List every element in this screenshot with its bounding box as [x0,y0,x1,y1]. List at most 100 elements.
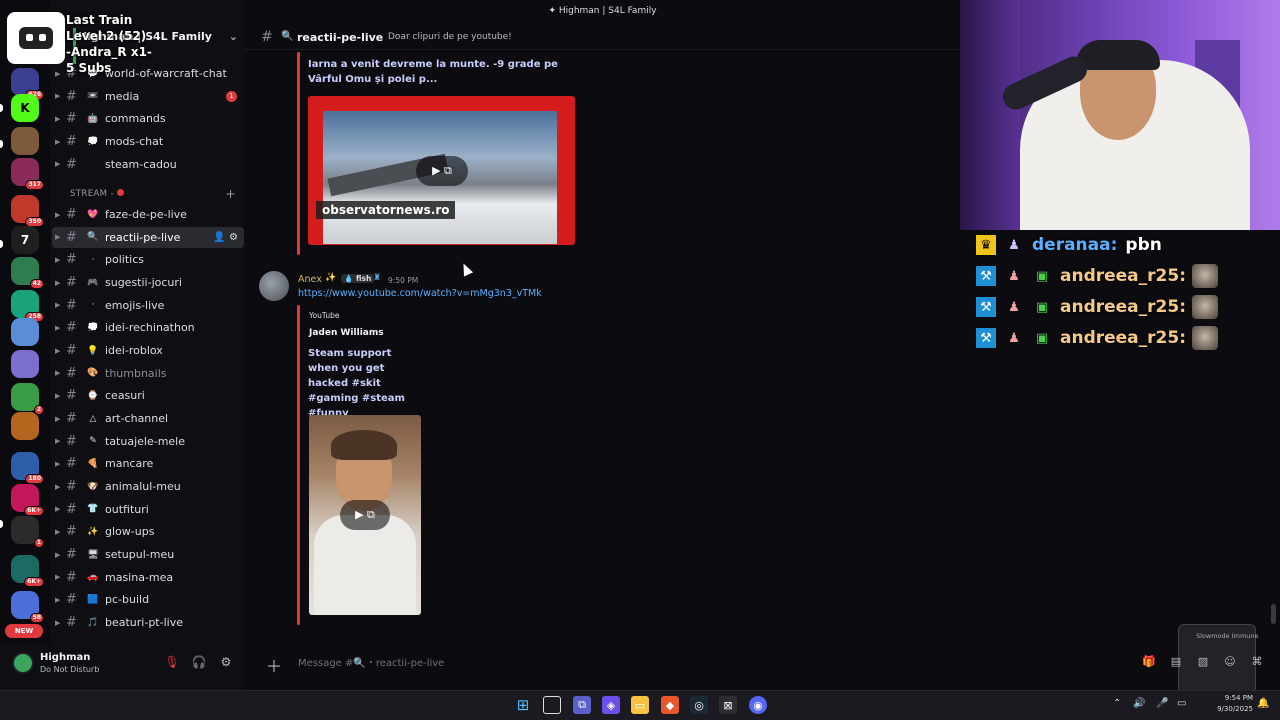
server-icon[interactable]: 1 [11,516,44,548]
embed-provider[interactable]: YouTube [309,311,340,320]
channel-pc-build[interactable]: ▶ # 🟦 pc-build [52,589,244,610]
channel-emojis-live[interactable]: ▶ # · emojis-live [52,295,244,316]
video-thumbnail[interactable]: ▶ ⧉ [309,415,421,615]
server-icon[interactable]: 350 [11,195,44,227]
video-thumbnail[interactable]: ▶ ⧉ observatornews.ro [308,96,575,245]
avatar[interactable] [12,652,34,674]
server-icon[interactable]: 180 [11,452,44,484]
gear-icon[interactable]: ⚙ [218,655,234,671]
server-icon[interactable] [11,350,39,378]
play-icon[interactable]: ▶ ⧉ [340,500,390,530]
channel-media[interactable]: ▶ # 📼 media 1 [52,86,244,107]
category-stream[interactable]: STREAM - + [70,187,240,201]
server-icon[interactable]: 317 [11,158,44,190]
thumbnail-caption: observatornews.ro [316,201,456,219]
channel-emoji-icon: 🟦 [87,594,99,605]
message-author[interactable]: Anex [298,274,322,285]
server-icon[interactable]: 58 [11,591,44,623]
embed-author[interactable]: Jaden Williams [309,328,384,338]
embed-title[interactable]: Iarna a venit devreme la munte. -9 grade… [308,57,578,87]
scrollbar[interactable] [1271,604,1276,624]
hash-icon: # [66,547,77,563]
brave-browser-icon[interactable]: ◆ [661,696,679,714]
clock-time: 9:54 PM [1224,694,1253,702]
play-icon[interactable]: ▶ ⧉ [416,156,468,186]
stream-chat-line: ⚒ ♟ ▣ andreea_r25: [976,326,1219,350]
hammer-icon: ⚒ [976,328,996,348]
server-icon[interactable]: 626 [11,68,44,100]
channel-label: emojis-live [105,298,165,312]
message-input[interactable] [298,656,898,670]
channel-mancare[interactable]: ▶ # 🍕 mancare [52,453,244,474]
channel-thumbnails[interactable]: ▶ # 🎨 thumbnails [52,363,244,384]
gear-icon[interactable]: ⚙ [229,232,238,243]
server-icon[interactable]: 6K+ [11,484,44,516]
channel-tatuajele-mele[interactable]: ▶ # ✎ tatuajele-mele [52,431,244,452]
notification-icon[interactable]: 🔔 [1257,698,1269,709]
channel-idei-rechinathon[interactable]: ▶ # 💭 idei-rechinathon [52,317,244,338]
channel-animalul-meu[interactable]: ▶ # 🐶 animalul-meu [52,476,244,497]
channel-outfituri[interactable]: ▶ # 👕 outfituri [52,499,244,520]
clock[interactable]: 9:54 PM 9/30/2025 [1213,693,1253,715]
chat-colon: : [1179,297,1187,317]
message-link[interactable]: https://www.youtube.com/watch?v=mMg3n3_v… [298,288,542,299]
channel-emoji-icon: △ [89,413,97,424]
steam-icon[interactable]: ◎ [690,696,708,714]
channel-politics[interactable]: ▶ # · politics [52,249,244,270]
channel-art-channel[interactable]: ▶ # △ art-channel [52,408,244,429]
channel-ceasuri[interactable]: ▶ # ⌚ ceasuri [52,385,244,406]
embed-title[interactable]: Steam support when you get hacked #skit … [308,346,418,421]
server-icon[interactable]: 258 [11,290,44,322]
add-channel-icon[interactable]: + [226,187,236,201]
add-attachment-icon[interactable]: ＋ [266,653,282,677]
copilot-icon[interactable]: ◈ [602,696,620,714]
server-icon[interactable] [11,127,39,155]
channel-faze-de-pe-live[interactable]: ▶ # 💖 faze-de-pe-live [52,204,244,225]
speaker-icon[interactable]: 🔊 [1133,698,1145,709]
channel-label: faze-de-pe-live [105,208,187,221]
new-badge[interactable]: NEW [5,624,43,638]
discord-icon[interactable]: ◉ [749,696,767,714]
channel-tools[interactable]: 👤 ⚙ [213,232,238,243]
deafen-icon[interactable]: 🎧 [191,655,207,671]
task-view-icon[interactable] [543,696,561,714]
server-icon[interactable]: 7 [11,226,39,254]
user-status: Do Not Disturb [40,665,100,674]
channel-label: beaturi-pt-live [105,616,183,630]
channel-masina-mea[interactable]: ▶ # 🚗 masina-mea [52,567,244,588]
server-icon[interactable] [11,412,39,440]
channel-topic[interactable]: Doar clipuri de pe youtube! [388,32,512,42]
microphone-icon[interactable]: 🎤 [1156,698,1168,709]
channel-setupul-meu[interactable]: ▶ # 🖥 setupul-meu [52,544,244,565]
chevron-up-icon[interactable]: ⌃ [1113,698,1121,709]
channel-mods-chat[interactable]: ▶ # 💭 mods-chat [52,131,244,152]
hash-icon: # [66,343,77,359]
network-icon[interactable]: ▭ [1177,698,1186,709]
channel-glow-ups[interactable]: ▶ # ✨ glow-ups [52,521,244,542]
channel-label: masina-mea [105,570,174,584]
file-explorer-icon[interactable]: ▭ [631,696,649,714]
gift-icon[interactable]: 🎁 [1142,655,1156,669]
invite-icon[interactable]: 👤 [213,232,225,243]
channel-reactii-pe-live[interactable]: ▶ # 🔍 reactii-pe-live 👤 ⚙ [52,226,244,248]
channel-commands[interactable]: ▶ # 🤖 commands [52,108,244,129]
windows-start-icon[interactable]: ⊞ [514,696,532,714]
kick-server-icon[interactable]: K [11,94,39,122]
teams-icon[interactable]: ⧉ [573,696,591,714]
server-icon[interactable] [11,318,39,346]
server-icon[interactable]: 42 [11,257,44,289]
channel-steam-cadou[interactable]: ▶ # steam-cadou [52,154,244,175]
app-icon[interactable]: ⊠ [719,696,737,714]
mute-mic-icon[interactable]: 🎙 [164,655,180,671]
channel-emoji-icon: · [91,300,95,311]
server-icon[interactable]: 2 [11,383,44,415]
channel-sugestii-jocuri[interactable]: ▶ # 🎮 sugestii-jocuri [52,272,244,293]
channel-beaturi-pt-live[interactable]: ▶ # 🎵 beaturi-pt-live [52,612,244,633]
hash-icon: # [66,501,77,517]
chat-username: andreea_r25 [1060,328,1180,348]
channel-idei-roblox[interactable]: ▶ # 💡 idei-roblox [52,340,244,361]
gift-icon: ▣ [1035,299,1049,315]
channel-label: commands [105,112,166,126]
server-icon[interactable]: 6K+ [11,555,44,587]
avatar[interactable] [259,271,289,301]
